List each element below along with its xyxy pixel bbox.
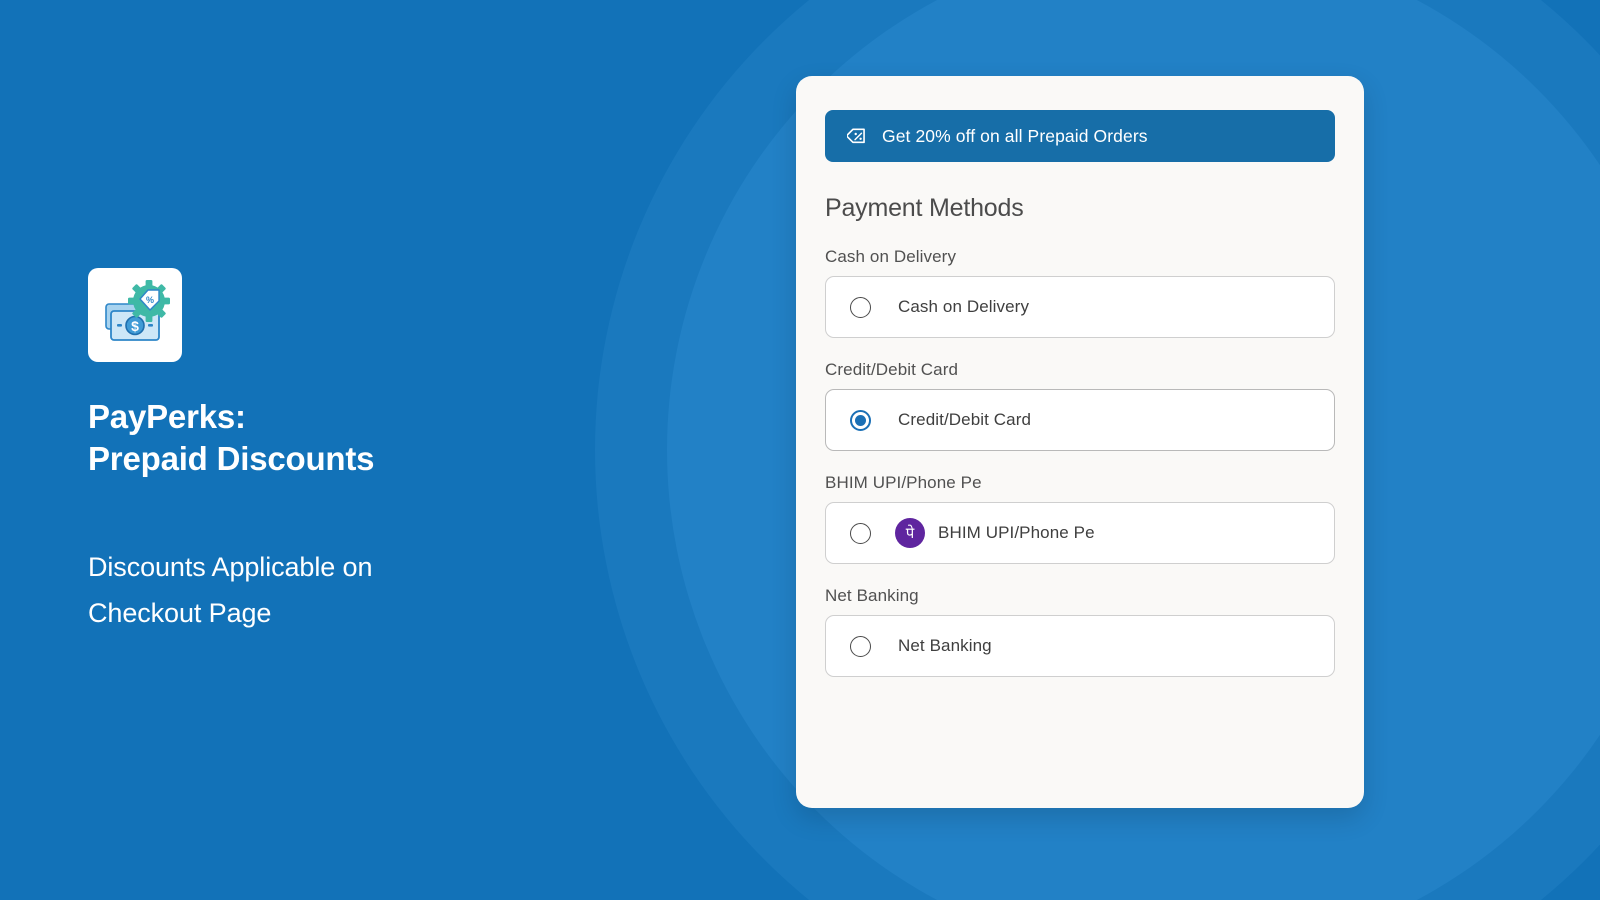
payment-option-text: Cash on Delivery	[898, 297, 1030, 316]
radio-bhim-upi-phonepe[interactable]	[850, 522, 871, 544]
payment-option-bhim-upi-phonepe[interactable]: पे BHIM UPI/Phone Pe	[825, 502, 1335, 564]
payment-methods-title: Payment Methods	[825, 194, 1024, 222]
page-title-line-1: PayPerks:	[88, 398, 246, 435]
payment-method-label: Net Banking	[825, 586, 919, 605]
price-tag-percent-icon	[847, 128, 865, 143]
payment-option-text: BHIM UPI/Phone Pe	[938, 523, 1095, 542]
payment-method-group-net-banking: Net Banking Net Banking	[825, 586, 1335, 677]
radio-credit-debit-card[interactable]	[850, 409, 871, 431]
payment-option-text: Net Banking	[898, 636, 992, 655]
payment-option-text: Credit/Debit Card	[898, 410, 1032, 429]
promo-banner: Get 20% off on all Prepaid Orders	[825, 110, 1335, 162]
svg-text:%: %	[146, 295, 154, 305]
payment-method-label: Cash on Delivery	[825, 247, 957, 266]
radio-net-banking[interactable]	[850, 635, 871, 657]
payment-method-group-bhim-upi-phonepe: BHIM UPI/Phone Pe पे BHIM UPI/Phone Pe	[825, 473, 1335, 564]
payment-option-net-banking[interactable]: Net Banking	[825, 615, 1335, 677]
page-title-line-2: Prepaid Discounts	[88, 440, 375, 477]
promo-banner-text: Get 20% off on all Prepaid Orders	[882, 125, 1148, 146]
cash-gear-discount-icon: $ %	[105, 280, 170, 341]
checkout-card: Get 20% off on all Prepaid Orders Paymen…	[796, 76, 1364, 808]
page-subtitle: Discounts Applicable on Checkout Page	[88, 544, 608, 636]
payment-method-label: Credit/Debit Card	[825, 360, 959, 379]
page-title: PayPerks: Prepaid Discounts	[88, 396, 608, 480]
payment-method-group-cash-on-delivery: Cash on Delivery Cash on Delivery	[825, 247, 1335, 338]
page-subtitle-line-2: Checkout Page	[88, 598, 272, 628]
svg-text:$: $	[131, 318, 139, 334]
payment-option-credit-debit-card[interactable]: Credit/Debit Card	[825, 389, 1335, 451]
radio-cash-on-delivery[interactable]	[850, 296, 871, 318]
phonepe-icon: पे	[895, 518, 925, 548]
app-icon: $ %	[88, 268, 182, 362]
payment-method-group-credit-debit-card: Credit/Debit Card Credit/Debit Card	[825, 360, 1335, 451]
promo-left-panel: $ % PayPerks: Prepaid Discounts Discount…	[88, 268, 608, 636]
payment-method-label: BHIM UPI/Phone Pe	[825, 473, 982, 492]
payment-option-cash-on-delivery[interactable]: Cash on Delivery	[825, 276, 1335, 338]
promo-screenshot: $ % PayPerks: Prepaid Discounts Discount…	[0, 0, 1600, 900]
page-subtitle-line-1: Discounts Applicable on	[88, 552, 373, 582]
